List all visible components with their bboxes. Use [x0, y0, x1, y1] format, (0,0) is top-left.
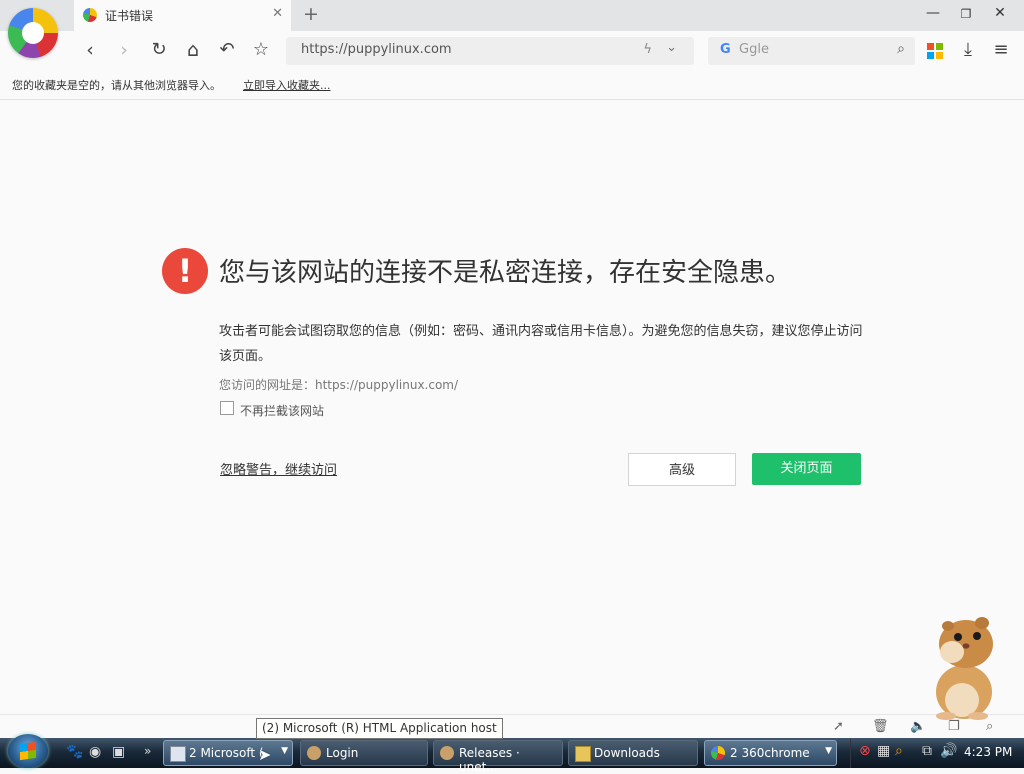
- network-icon[interactable]: ⧉: [922, 743, 932, 759]
- google-icon[interactable]: G: [720, 42, 731, 57]
- bookmarks-bar: 您的收藏夹是空的，请从其他浏览器导入。 立即导入收藏夹...: [0, 70, 1024, 100]
- hamster-mascot-icon[interactable]: [922, 612, 1012, 722]
- rocket-icon[interactable]: ➚: [833, 719, 844, 734]
- mouse-cursor-icon: ➤: [258, 745, 272, 764]
- warning-icon: !: [162, 248, 208, 294]
- puppy-icon: [307, 746, 321, 760]
- puppy-quicklaunch-icon[interactable]: 🐾: [66, 744, 83, 760]
- desktop-quicklaunch-icon[interactable]: ▣: [112, 744, 125, 760]
- search-icon[interactable]: ⌕: [897, 41, 905, 57]
- speaker-icon[interactable]: 🔊: [940, 743, 957, 759]
- tray-app-icon[interactable]: ▦: [877, 743, 890, 759]
- task-microsoft-hta[interactable]: 2 Microsoft ( ▼: [163, 740, 293, 766]
- tab-bar: 证书错误 ✕ + — ❐ ✕: [0, 0, 1024, 31]
- folder-icon: [575, 746, 591, 762]
- error-description: 攻击者可能会试图窃取您的信息（例如：密码、通讯内容或信用卡信息）。为避免您的信息…: [219, 324, 863, 364]
- task-360chrome[interactable]: 2 360chrome ▼: [704, 740, 837, 766]
- lightning-icon[interactable]: ϟ: [643, 42, 652, 57]
- dont-block-checkbox[interactable]: [220, 401, 234, 415]
- clock[interactable]: 4:23 PM: [964, 745, 1012, 759]
- tab-title: 证书错误: [105, 9, 154, 23]
- quicklaunch-overflow-icon[interactable]: »: [144, 744, 151, 758]
- navigation-bar: ‹ › ↻ ⌂ ↶ ☆ https://puppylinux.com ϟ ⌄ G…: [0, 31, 1024, 70]
- reload-icon[interactable]: ↻: [147, 38, 171, 62]
- puppy-icon: [440, 746, 454, 760]
- forward-icon[interactable]: ›: [112, 38, 136, 62]
- status-bar: ➚ 🗑 🔈 ❐ ⌕: [0, 714, 1024, 739]
- favorite-star-icon[interactable]: ☆: [249, 38, 273, 62]
- menu-icon[interactable]: ≡: [989, 38, 1013, 62]
- search-box[interactable]: G Ggle ⌕: [708, 37, 915, 65]
- dont-block-label[interactable]: 不再拦截该网站: [240, 402, 324, 419]
- search-input[interactable]: Ggle: [739, 42, 769, 57]
- window-close-icon[interactable]: ✕: [990, 5, 1010, 21]
- task-label: Login: [326, 746, 359, 760]
- certificate-error-page: ! 您与该网站的连接不是私密连接，存在安全隐患。 攻击者可能会试图窃取您的信息（…: [0, 100, 1024, 714]
- restore-icon[interactable]: ❐: [956, 7, 976, 21]
- dropdown-arrow-icon: ▼: [825, 746, 832, 756]
- task-label: Downloads: [594, 746, 660, 760]
- browser-quicklaunch-icon[interactable]: ◉: [89, 744, 101, 760]
- advanced-button[interactable]: 高级: [628, 453, 736, 486]
- task-label: 2 360chrome: [730, 746, 810, 760]
- dropdown-arrow-icon: ▼: [281, 746, 288, 756]
- task-label: 2 Microsoft (: [189, 746, 264, 760]
- blocked-icon[interactable]: ⊗: [859, 743, 871, 759]
- 360chrome-icon: [711, 746, 725, 760]
- chevron-down-icon[interactable]: ⌄: [666, 40, 677, 55]
- minimize-icon[interactable]: —: [923, 5, 943, 21]
- close-page-button[interactable]: 关闭页面: [752, 453, 861, 485]
- bookmarks-empty-message: 您的收藏夹是空的，请从其他浏览器导入。: [12, 79, 221, 92]
- visited-url: 您访问的网址是：https://puppylinux.com/: [219, 378, 459, 392]
- download-icon[interactable]: ⤓: [956, 38, 980, 62]
- task-label: Releases · unet...: [459, 746, 520, 774]
- trash-icon[interactable]: 🗑: [872, 719, 889, 734]
- address-url[interactable]: https://puppylinux.com: [301, 42, 452, 57]
- task-releases[interactable]: Releases · unet...: [433, 740, 563, 774]
- start-button[interactable]: [8, 734, 48, 768]
- taskbar-tooltip: (2) Microsoft (R) HTML Application host: [256, 718, 503, 739]
- undo-close-icon[interactable]: ↶: [215, 38, 239, 62]
- back-icon[interactable]: ‹: [78, 38, 102, 62]
- import-bookmarks-link[interactable]: 立即导入收藏夹...: [243, 77, 331, 93]
- 360chrome-logo-icon[interactable]: [8, 8, 58, 58]
- task-login[interactable]: Login: [300, 740, 428, 766]
- ignore-warning-link[interactable]: 忽略警告，继续访问: [220, 459, 337, 478]
- home-icon[interactable]: ⌂: [181, 38, 205, 62]
- task-downloads[interactable]: Downloads: [568, 740, 698, 766]
- window-icon: [170, 746, 186, 762]
- tab-close-icon[interactable]: ✕: [272, 6, 283, 21]
- tab-certificate-error[interactable]: 证书错误 ✕: [74, 0, 291, 31]
- page-title: 您与该网站的连接不是私密连接，存在安全隐患。: [219, 258, 792, 288]
- address-bar[interactable]: https://puppylinux.com ϟ ⌄: [286, 37, 694, 65]
- apps-grid-icon[interactable]: [927, 43, 943, 59]
- new-tab-button[interactable]: +: [303, 3, 319, 25]
- 360chrome-favicon-icon: [83, 8, 97, 22]
- tray-search-icon[interactable]: ⌕: [895, 743, 903, 759]
